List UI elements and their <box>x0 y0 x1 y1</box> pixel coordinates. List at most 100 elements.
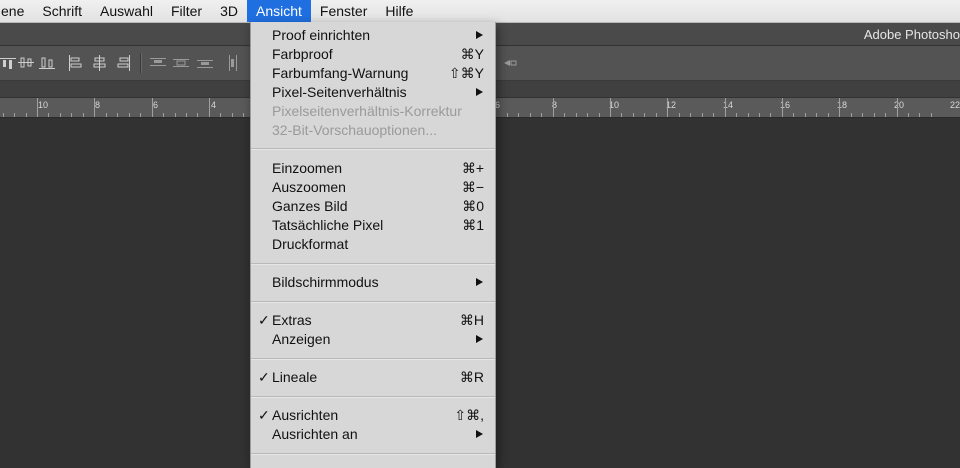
align-left-edges-icon[interactable] <box>67 55 83 71</box>
menu-item-label: Ausrichten an <box>272 426 358 442</box>
ruler-label: 10 <box>38 100 49 110</box>
submenu-arrow-icon <box>476 430 483 438</box>
menu-ebene[interactable]: ene <box>0 0 33 22</box>
ruler-label: 8 <box>95 100 101 110</box>
menu-hilfe[interactable]: Hilfe <box>376 0 422 22</box>
menu-item-shortcut: ⌘Y <box>460 46 484 62</box>
ruler-tick <box>232 113 233 117</box>
ruler-tick <box>541 113 542 117</box>
menu-item-label: Tatsächliche Pixel <box>272 217 384 233</box>
menu-fenster[interactable]: Fenster <box>311 0 376 22</box>
ruler-tick <box>220 113 221 117</box>
menu-item-shortcut: ⌘− <box>461 179 484 195</box>
menu-item-shortcut: ⌘+ <box>461 160 484 176</box>
ruler-label: 22 <box>950 100 960 110</box>
menu-item-label: Auszoomen <box>272 179 346 195</box>
menu-item-ausrichten-an[interactable]: Ausrichten an <box>251 425 495 444</box>
menu-item-label: Ausrichten <box>272 407 339 423</box>
ruler-tick <box>713 113 714 117</box>
menu-item-pixel-seitenverhaeltnis[interactable]: Pixel-Seitenverhältnis <box>251 83 495 102</box>
submenu-arrow-icon <box>476 31 483 39</box>
ruler-tick <box>805 113 806 117</box>
menu-item-tatsaechliche-pixel[interactable]: Tatsächliche Pixel ⌘1 <box>251 216 495 235</box>
ruler-tick <box>667 98 668 117</box>
ruler-tick <box>3 113 4 117</box>
ruler-tick <box>507 113 508 117</box>
menu-divider <box>251 148 495 150</box>
menu-item-label: Pixelseitenverhältnis-Korrektur <box>272 103 462 119</box>
ruler-tick <box>851 113 852 117</box>
menu-divider <box>251 358 495 360</box>
menu-item-druckformat[interactable]: Druckformat <box>251 235 495 254</box>
ruler-label: 6 <box>153 100 159 110</box>
align-vertical-centers-icon[interactable] <box>18 55 34 71</box>
menu-item-bildschirmmodus[interactable]: Bildschirmmodus <box>251 273 495 292</box>
menu-filter[interactable]: Filter <box>162 0 211 22</box>
ruler-tick <box>83 113 84 117</box>
ruler-tick <box>621 113 622 117</box>
menu-3d[interactable]: 3D <box>211 0 247 22</box>
ruler-tick <box>656 113 657 117</box>
align-bottom-edges-icon[interactable] <box>39 55 55 71</box>
menu-item-pixelseitenverhaeltnis-korrektur: Pixelseitenverhältnis-Korrektur <box>251 102 495 121</box>
menu-divider <box>251 396 495 398</box>
ruler-tick <box>679 113 680 117</box>
ruler-tick <box>48 113 49 117</box>
align-right-edges-icon[interactable] <box>116 55 132 71</box>
ruler-tick <box>702 113 703 117</box>
align-horizontal-centers-icon[interactable] <box>92 55 108 71</box>
menu-divider <box>251 453 495 455</box>
menu-bar: ene Schrift Auswahl Filter 3D Ansicht Fe… <box>0 0 960 23</box>
submenu-arrow-icon <box>476 335 483 343</box>
distribute-top-edges-icon[interactable] <box>150 55 166 71</box>
distribute-left-edges-icon[interactable] <box>226 55 242 71</box>
ruler-label: 20 <box>894 100 905 110</box>
menu-item-proof-einrichten[interactable]: Proof einrichten <box>251 26 495 45</box>
menu-item-shortcut: ⌘0 <box>462 198 484 214</box>
ruler-tick <box>816 113 817 117</box>
ruler-tick <box>94 98 95 117</box>
menu-schrift[interactable]: Schrift <box>33 0 91 22</box>
checkmark-icon: ✓ <box>258 407 270 423</box>
ruler-tick <box>576 113 577 117</box>
ruler-tick <box>874 113 875 117</box>
menu-item-farbumfang-warnung[interactable]: Farbumfang-Warnung ⇧⌘Y <box>251 64 495 83</box>
ruler-label: 4 <box>211 100 217 110</box>
menu-auswahl[interactable]: Auswahl <box>91 0 162 22</box>
align-top-edges-icon[interactable] <box>0 55 16 71</box>
ruler-tick <box>140 113 141 117</box>
menu-item-label: Farbproof <box>272 46 333 62</box>
ruler-tick <box>37 98 38 117</box>
ruler-tick <box>931 113 932 117</box>
ruler-tick <box>186 113 187 117</box>
distribute-vertical-centers-icon[interactable] <box>173 55 189 71</box>
menu-item-label: Extras <box>272 312 312 328</box>
menu-item-lineale[interactable]: ✓ Lineale ⌘R <box>251 368 495 387</box>
menu-item-ausrichten[interactable]: ✓ Ausrichten ⇧⌘, <box>251 406 495 425</box>
ruler-tick <box>725 98 726 117</box>
ruler-tick <box>106 113 107 117</box>
menu-item-ganzes-bild[interactable]: Ganzes Bild ⌘0 <box>251 197 495 216</box>
ruler-tick <box>690 113 691 117</box>
menu-item-einzoomen[interactable]: Einzoomen ⌘+ <box>251 159 495 178</box>
ruler-tick <box>117 113 118 117</box>
submenu-arrow-icon <box>476 278 483 286</box>
ruler-tick <box>60 113 61 117</box>
menu-item-shortcut: ⌘R <box>459 369 484 385</box>
menu-item-shortcut: ⇧⌘, <box>454 407 484 423</box>
ruler-tick <box>71 113 72 117</box>
menu-ansicht[interactable]: Ansicht <box>247 0 311 22</box>
menu-item-anzeigen[interactable]: Anzeigen <box>251 330 495 349</box>
ruler-tick <box>587 113 588 117</box>
menu-item-farbproof[interactable]: Farbproof ⌘Y <box>251 45 495 64</box>
ruler-tick <box>26 113 27 117</box>
menu-item-label: Proof einrichten <box>272 27 371 43</box>
menu-item-shortcut: ⌘1 <box>462 217 484 233</box>
menu-item-auszoomen[interactable]: Auszoomen ⌘− <box>251 178 495 197</box>
menu-item-shortcut: ⌘H <box>459 312 484 328</box>
auto-align-icon[interactable] <box>502 55 518 71</box>
menu-item-extras[interactable]: ✓ Extras ⌘H <box>251 311 495 330</box>
distribute-bottom-edges-icon[interactable] <box>197 55 213 71</box>
ruler-tick <box>908 113 909 117</box>
ruler-tick <box>129 113 130 117</box>
